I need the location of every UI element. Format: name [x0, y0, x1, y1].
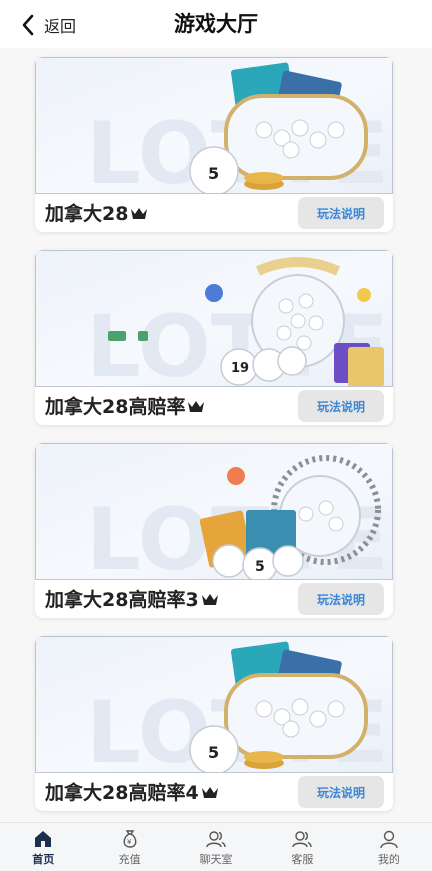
customer-service-icon — [292, 831, 313, 848]
game-banner-image[interactable]: LOTTERY 5 — [35, 57, 393, 194]
game-list: LOTTERY 5 加拿大28 玩法说明 — [35, 57, 393, 829]
svg-text:¥: ¥ — [127, 838, 132, 846]
tab-chatroom-label: 聊天室 — [199, 853, 233, 866]
crown-icon — [201, 786, 218, 798]
bottom-tab-bar: 首页 ¥ 充值 聊天室 客服 我的 — [0, 822, 432, 871]
user-icon — [380, 830, 398, 849]
game-title: 加拿大28高赔率4 — [45, 778, 219, 805]
game-title-text: 加拿大28高赔率4 — [45, 782, 199, 804]
game-title: 加拿大28高赔率3 — [45, 585, 219, 612]
game-banner-image[interactable]: LOTTERY 5 — [35, 636, 393, 773]
tab-chatroom[interactable]: 聊天室 — [173, 823, 259, 871]
money-bag-icon: ¥ — [123, 830, 137, 848]
game-title-text: 加拿大28高赔率 — [45, 396, 186, 418]
game-card[interactable]: LOTTERY 5 加拿大28高赔率4 玩法说明 — [35, 636, 393, 811]
game-banner-image[interactable]: LOTTERY 5 — [35, 443, 393, 580]
svg-text:19: 19 — [231, 361, 249, 376]
home-icon — [35, 831, 52, 847]
card-footer: 加拿大28 玩法说明 — [35, 194, 393, 232]
chat-users-icon — [206, 831, 226, 848]
svg-text:5: 5 — [208, 164, 219, 183]
tab-customer-service-label: 客服 — [291, 853, 314, 866]
tab-profile[interactable]: 我的 — [346, 823, 432, 871]
rules-button[interactable]: 玩法说明 — [298, 390, 384, 422]
game-title: 加拿大28 — [45, 199, 148, 226]
lottery-illustration: LOTTERY 19 — [86, 257, 392, 386]
card-footer: 加拿大28高赔率 玩法说明 — [35, 387, 393, 425]
tab-recharge-label: 充值 — [118, 853, 141, 866]
rules-button[interactable]: 玩法说明 — [298, 197, 384, 229]
top-bar: 返回 游戏大厅 — [0, 0, 432, 48]
card-footer: 加拿大28高赔率4 玩法说明 — [35, 773, 393, 811]
lottery-illustration: LOTTERY 5 — [86, 641, 392, 772]
lottery-illustration: LOTTERY 5 — [86, 62, 392, 193]
tab-profile-label: 我的 — [377, 853, 400, 866]
rules-button[interactable]: 玩法说明 — [298, 776, 384, 808]
tab-customer-service[interactable]: 客服 — [259, 823, 345, 871]
crown-icon — [188, 400, 205, 412]
game-title-text: 加拿大28高赔率3 — [45, 589, 199, 611]
game-title: 加拿大28高赔率 — [45, 392, 205, 419]
game-banner-image[interactable]: LOTTERY 19 — [35, 250, 393, 387]
game-card[interactable]: LOTTERY 5 加拿大28高赔率3 玩法说明 — [35, 443, 393, 618]
game-title-text: 加拿大28 — [45, 203, 129, 225]
svg-text:5: 5 — [208, 743, 219, 762]
tab-recharge[interactable]: ¥ 充值 — [86, 823, 172, 871]
crown-icon — [201, 593, 218, 605]
card-footer: 加拿大28高赔率3 玩法说明 — [35, 580, 393, 618]
rules-button[interactable]: 玩法说明 — [298, 583, 384, 615]
lottery-illustration: LOTTERY 5 — [86, 455, 392, 579]
tab-home-label: 首页 — [32, 853, 55, 866]
svg-text:5: 5 — [255, 559, 265, 575]
game-card[interactable]: LOTTERY 5 加拿大28 玩法说明 — [35, 57, 393, 232]
page-title: 游戏大厅 — [174, 12, 258, 36]
tab-home[interactable]: 首页 — [0, 823, 86, 871]
game-card[interactable]: LOTTERY 19 — [35, 250, 393, 425]
crown-icon — [131, 207, 148, 219]
